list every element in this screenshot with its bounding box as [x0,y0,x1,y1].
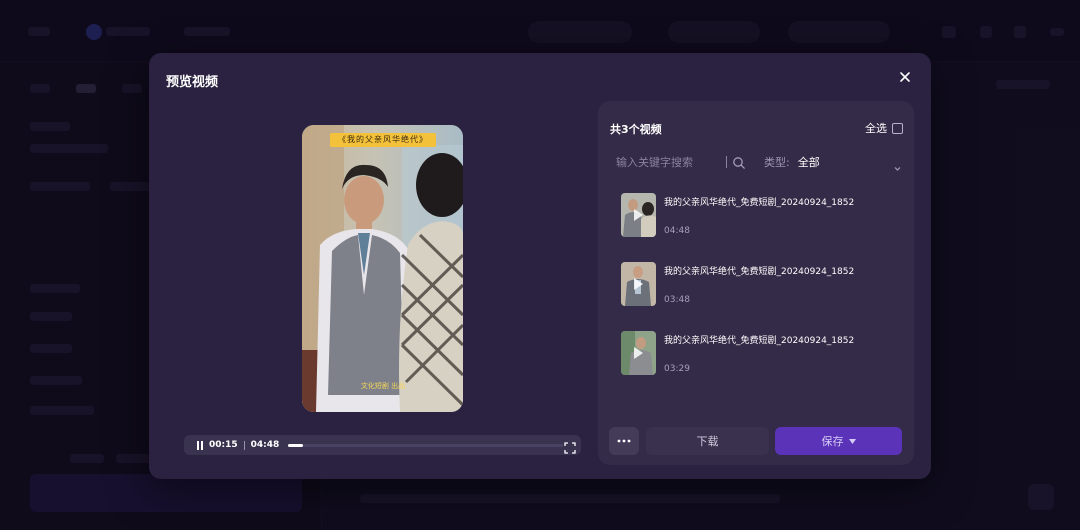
video-item-duration: 03:29 [664,364,690,374]
select-all-label: 全选 [865,122,887,135]
time-separator [243,440,245,450]
save-button-label: 保存 [821,435,844,448]
type-filter-select[interactable]: 类型: 全部 [746,154,820,170]
preview-video-dialog: 预览视频 《我的父亲风华绝代》 文化短剧 出品 00:15 04:48 共3个视… [149,53,931,479]
dialog-title: 预览视频 [166,75,219,90]
video-preview[interactable]: 《我的父亲风华绝代》 文化短剧 出品 [302,125,463,412]
more-dots-icon [617,439,631,443]
video-list-panel: 共3个视频 全选 类型: 全部 [598,101,914,465]
video-item-title: 我的父亲风华绝代_免费短剧_20240924_18520... [664,267,854,277]
caret-down-icon [848,438,856,444]
video-item-title: 我的父亲风华绝代_免费短剧_20240924_18520... [664,336,854,346]
player-controls: 00:15 04:48 [184,435,581,455]
save-button[interactable]: 保存 [775,427,902,455]
download-button-label: 下载 [696,435,719,448]
video-list: 我的父亲风华绝代_免费短剧_20240924_18520... 04:48 我的… [598,181,914,388]
more-options-button[interactable] [609,427,639,455]
pause-icon[interactable] [191,435,209,455]
search-icon[interactable] [732,155,746,169]
video-thumbnail [621,262,656,306]
close-icon[interactable] [897,69,913,85]
type-filter-value: 全部 [797,156,820,169]
video-count-title: 共3个视频 [610,123,662,136]
search-input[interactable] [606,155,722,169]
total-time: 04:48 [250,440,280,450]
download-button[interactable]: 下载 [646,427,769,455]
chevron-down-icon[interactable] [893,158,902,171]
video-thumbnail [621,193,656,237]
video-item-duration: 03:48 [664,295,690,305]
select-all-checkbox[interactable] [892,122,903,134]
video-subtitle-caption: 文化短剧 出品 [360,382,406,390]
video-item-title: 我的父亲风华绝代_免费短剧_20240924_18520... [664,198,854,208]
video-thumbnail [621,331,656,375]
select-all-toggle[interactable]: 全选 [865,120,903,136]
video-list-item[interactable]: 我的父亲风华绝代_免费短剧_20240924_18520... 03:48 [598,250,914,319]
video-item-duration: 04:48 [664,226,690,236]
video-title-caption: 《我的父亲风华绝代》 [330,133,436,147]
progress-bar[interactable] [288,443,564,447]
type-filter-label: 类型: [764,156,790,169]
current-time: 00:15 [209,440,238,450]
search-divider [726,156,727,168]
video-list-item[interactable]: 我的父亲风华绝代_免费短剧_20240924_18520... 04:48 [598,181,914,250]
video-list-item[interactable]: 我的父亲风华绝代_免费短剧_20240924_18520... 03:29 [598,319,914,388]
progress-fill [288,443,303,447]
filter-row: 类型: 全部 [606,149,906,175]
fullscreen-icon[interactable] [564,439,576,454]
